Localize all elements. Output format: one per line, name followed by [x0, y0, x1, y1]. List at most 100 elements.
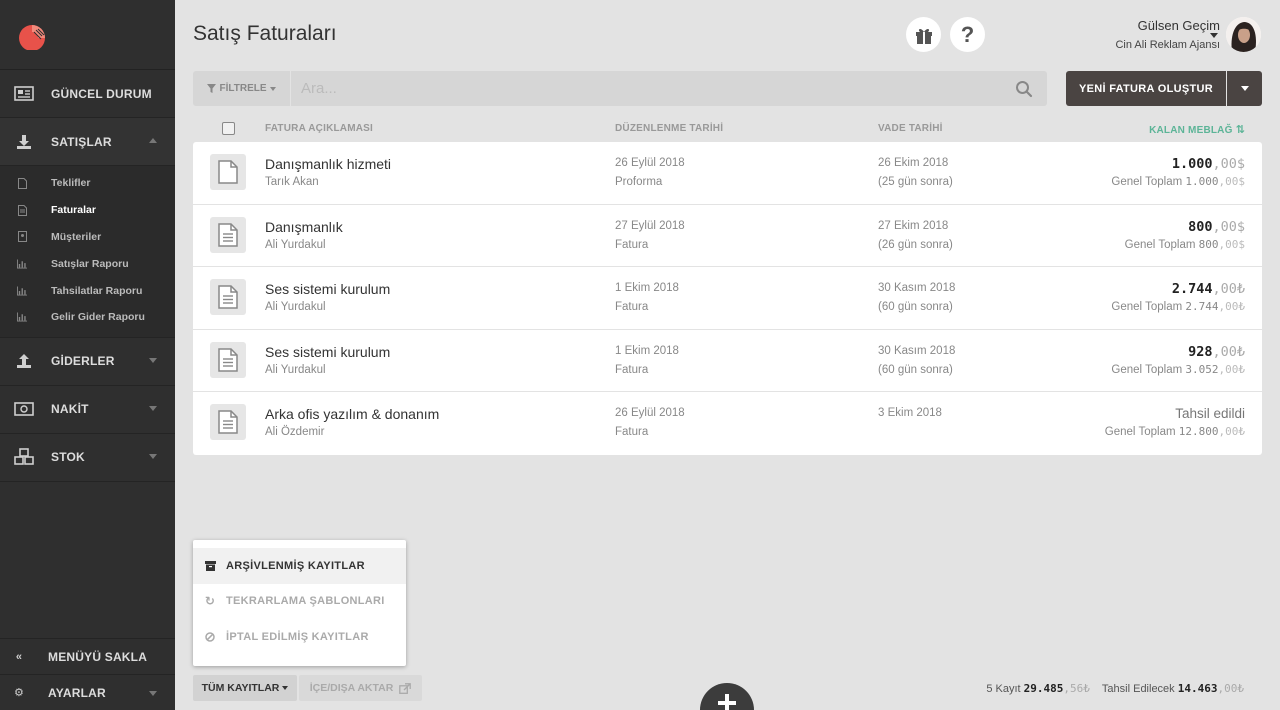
client-name: Ali Özdemir: [265, 426, 325, 438]
hide-menu-button[interactable]: « MENÜYÜ SAKLA: [0, 638, 175, 674]
issue-date: 27 Eylül 2018: [615, 219, 685, 232]
nav-nakit[interactable]: NAKİT: [0, 386, 175, 434]
records-summary: 5 Kayıt 29.485,56₺ Tahsil Edilecek 14.46…: [986, 682, 1244, 695]
client-name: Ali Yurdakul: [265, 238, 326, 251]
file-text-icon: [210, 216, 246, 253]
table-row[interactable]: Danışmanlık hizmeti Tarık Akan 26 Eylül …: [193, 142, 1262, 205]
import-export-button[interactable]: İÇE/DIŞA AKTAR: [299, 675, 422, 701]
amount-dec: ,00₺: [1212, 343, 1245, 360]
chevron-down-icon: [149, 453, 157, 459]
table-header: FATURA AÇIKLAMASI DÜZENLENME TARİHİ VADE…: [193, 118, 1262, 140]
due-date: 3 Ekim 2018: [878, 407, 942, 419]
remaining-amount: 928,00₺: [1188, 344, 1245, 360]
invoice-type: Fatura: [615, 238, 649, 251]
due-note: (60 gün sonra): [878, 301, 953, 313]
client-name: Ali Yurdakul: [265, 301, 326, 313]
invoice-description: Danışmanlık: [265, 218, 343, 235]
search-icon[interactable]: [1015, 80, 1033, 98]
sidebar-item-tahsilatlar-raporu[interactable]: Tahsilatlar Raporu: [0, 277, 175, 304]
filter-button[interactable]: FİLTRELE: [193, 71, 290, 106]
address-book-icon: [17, 231, 27, 243]
invoice-description: Ses sistemi kurulum: [265, 343, 391, 360]
sidebar-item-satislar-raporu[interactable]: Satışlar Raporu: [0, 250, 175, 277]
total-label: Genel Toplam: [1111, 176, 1183, 188]
settings-button[interactable]: ⚙ AYARLAR: [0, 674, 175, 710]
table-row[interactable]: Ses sistemi kurulum Ali Yurdakul 1 Ekim …: [193, 267, 1262, 330]
table-row[interactable]: Arka ofis yazılım & donanım Ali Özdemir …: [193, 392, 1262, 455]
file-icon: [210, 154, 246, 190]
menu-item-label: ARŞİVLENMİŞ KAYITLAR: [226, 559, 365, 572]
chevron-down-icon[interactable]: [1210, 33, 1218, 38]
nav-guncel-durum[interactable]: GÜNCEL DURUM: [0, 70, 175, 118]
sidebar-item-label: Satışlar Raporu: [51, 257, 129, 270]
sum-int: 29.485: [1023, 682, 1064, 695]
sidebar-item-faturalar[interactable]: Faturalar: [0, 197, 175, 224]
gift-button[interactable]: [906, 17, 941, 52]
new-invoice-dropdown[interactable]: [1227, 71, 1262, 106]
add-button[interactable]: [700, 683, 754, 710]
collectable-label: Tahsil Edilecek: [1101, 683, 1175, 695]
nav-satislar[interactable]: SATIŞLAR: [0, 118, 175, 166]
collectable-int: 14.463: [1177, 682, 1218, 695]
total-int: 800: [1198, 237, 1219, 251]
user-menu[interactable]: Gülsen Geçim Cin Ali Reklam Ajansı: [1115, 18, 1220, 51]
grand-total: Genel Toplam 12.800,00₺: [1105, 425, 1245, 438]
avatar[interactable]: [1226, 17, 1261, 52]
cubes-icon: [12, 448, 36, 466]
invoice-description: Danışmanlık hizmeti: [265, 156, 392, 172]
company-name: Cin Ali Reklam Ajansı: [1115, 39, 1220, 51]
all-records-button[interactable]: TÜM KAYITLAR: [193, 675, 297, 701]
money-icon: [12, 400, 36, 418]
grand-total: Genel Toplam 3.052,00₺: [1111, 363, 1245, 376]
record-count: 5 Kayıt: [986, 683, 1021, 695]
file-text-icon: [210, 279, 246, 315]
file-text-icon: [210, 341, 246, 378]
all-records-label: TÜM KAYITLAR: [201, 682, 280, 694]
table-row[interactable]: Danışmanlık Ali Yurdakul 27 Eylül 2018 F…: [193, 205, 1262, 267]
collectable-dec: ,00₺: [1217, 682, 1245, 695]
nav-stok[interactable]: STOK: [0, 434, 175, 482]
invoice-type: Proforma: [615, 176, 663, 188]
select-all-checkbox[interactable]: [222, 122, 235, 135]
nav-label: SATIŞLAR: [51, 134, 112, 149]
logo-icon[interactable]: [14, 22, 50, 50]
col-due-date[interactable]: VADE TARİHİ: [878, 123, 943, 134]
bar-chart-icon: [17, 312, 27, 323]
menu-item-cancelled[interactable]: İPTAL EDİLMİŞ KAYITLAR: [193, 619, 406, 655]
sidebar-item-gelir-gider-raporu[interactable]: Gelir Gider Raporu: [0, 304, 175, 331]
grand-total: Genel Toplam 2.744,00₺: [1111, 300, 1245, 313]
table-row[interactable]: Ses sistemi kurulum Ali Yurdakul 1 Ekim …: [193, 330, 1262, 392]
newspaper-icon: [12, 85, 36, 103]
import-export-label: İÇE/DIŞA AKTAR: [309, 682, 394, 694]
col-remaining[interactable]: KALAN MEBLAĞ ⇅: [1149, 123, 1245, 136]
sum-dec: ,56₺: [1063, 682, 1090, 695]
logo-area: [0, 0, 175, 70]
col-issue-date[interactable]: DÜZENLENME TARİHİ: [615, 123, 723, 134]
chevron-down-icon: [1240, 86, 1249, 91]
file-icon: [17, 177, 27, 189]
nav-giderler[interactable]: GİDERLER: [0, 338, 175, 386]
records-popup-menu: ARŞİVLENMİŞ KAYITLAR ↻ TEKRARLAMA ŞABLON…: [193, 540, 406, 666]
repeat-icon: ↻: [204, 594, 216, 609]
sidebar-item-musteriler[interactable]: Müşteriler: [0, 224, 175, 251]
menu-item-recurring-templates[interactable]: ↻ TEKRARLAMA ŞABLONLARI: [193, 584, 406, 620]
sales-submenu: Teklifler Faturalar Müşteriler Satışlar …: [0, 166, 175, 338]
total-dec: ,00$: [1218, 175, 1246, 188]
settings-label: AYARLAR: [48, 685, 106, 700]
col-description[interactable]: FATURA AÇIKLAMASI: [265, 123, 373, 134]
total-int: 1.000: [1185, 175, 1219, 188]
search-input[interactable]: [291, 71, 1047, 106]
amount-dec: ,00₺: [1212, 281, 1245, 297]
total-label: Genel Toplam: [1111, 301, 1183, 313]
help-button[interactable]: ?: [950, 17, 985, 52]
menu-item-archived[interactable]: ARŞİVLENMİŞ KAYITLAR: [193, 548, 406, 584]
chevron-up-icon: [149, 138, 157, 143]
gear-icon: ⚙: [13, 687, 25, 699]
nav-label: STOK: [51, 450, 85, 465]
grand-total: Genel Toplam 800,00$: [1125, 238, 1245, 251]
total-int: 2.744: [1185, 300, 1219, 313]
sidebar-item-teklifler[interactable]: Teklifler: [0, 170, 175, 197]
new-invoice-button[interactable]: YENİ FATURA OLUŞTUR: [1066, 71, 1226, 106]
total-dec: ,00₺: [1218, 300, 1246, 313]
amount-int: 800: [1188, 218, 1213, 235]
